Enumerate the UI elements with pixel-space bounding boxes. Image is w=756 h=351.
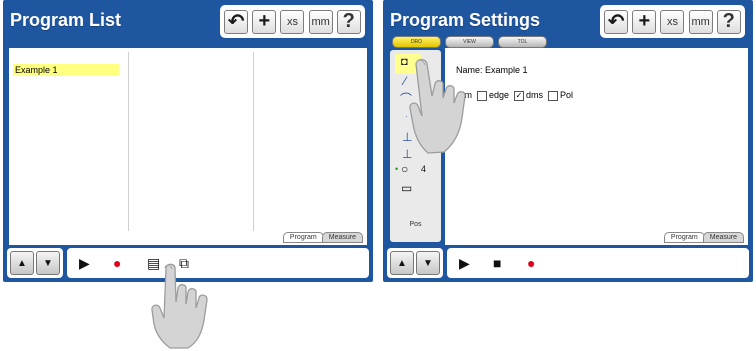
dims-label: dms	[526, 90, 544, 100]
scroll-up-button[interactable]: ▲	[10, 251, 34, 275]
dims-checkbox[interactable]: ✓	[514, 90, 525, 101]
position-label: Pos	[409, 221, 422, 228]
pol-checkbox[interactable]	[548, 90, 559, 101]
column-divider	[128, 52, 129, 231]
play-icon[interactable]: ▶	[79, 255, 90, 271]
program-list-screen: Program List ↶ + xs mm ? Example 1 Progr…	[3, 0, 373, 282]
scroll-up-button[interactable]: ▲	[390, 251, 414, 275]
help-button[interactable]: ?	[336, 9, 361, 34]
tab-program[interactable]: Program	[663, 232, 705, 243]
xs-button[interactable]: xs	[280, 9, 305, 34]
tab-measure[interactable]: Measure	[321, 232, 363, 243]
tab-measure[interactable]: Measure	[702, 232, 744, 243]
undo-button[interactable]: ↶	[604, 9, 629, 34]
tab-program[interactable]: Program	[282, 232, 324, 243]
program-controls: ▶ ■ ●	[447, 248, 749, 278]
units-button[interactable]: mm	[688, 9, 713, 34]
datum-button[interactable]: +	[252, 9, 277, 34]
undo-button[interactable]: ↶	[224, 9, 249, 34]
tab-dro[interactable]: DRO	[392, 36, 441, 48]
view-tabs: Program Measure	[663, 232, 744, 243]
scroll-arrows: ▲ ▼	[387, 248, 443, 278]
units-button[interactable]: mm	[308, 9, 333, 34]
feature-count: 4	[421, 164, 427, 174]
help-button[interactable]: ?	[716, 9, 741, 34]
xs-button[interactable]: xs	[660, 9, 685, 34]
toolbar: ↶ + xs mm ?	[220, 5, 365, 38]
stop-icon[interactable]: ■	[493, 255, 501, 271]
active-marker-icon: •	[395, 164, 399, 174]
datum-button[interactable]: +	[632, 9, 657, 34]
report-step-icon[interactable]: ▭	[401, 181, 412, 195]
record-icon[interactable]: ●	[113, 255, 121, 271]
pointing-hand-icon	[409, 58, 466, 154]
program-list-item[interactable]: Example 1	[13, 64, 119, 76]
column-divider	[253, 52, 254, 231]
play-icon[interactable]: ▶	[459, 255, 470, 271]
toolbar: ↶ + xs mm ?	[600, 5, 745, 38]
scroll-down-button[interactable]: ▼	[36, 251, 60, 275]
pol-label: Pol	[560, 90, 574, 100]
tab-view[interactable]: VIEW	[445, 36, 494, 48]
page-title: Program Settings	[390, 10, 541, 30]
pointing-hand-icon	[151, 263, 208, 349]
dims-option[interactable]: ✓ dms	[514, 90, 543, 101]
record-icon[interactable]: ●	[527, 255, 535, 271]
scroll-arrows: ▲ ▼	[7, 248, 63, 278]
pol-option[interactable]: Pol	[548, 90, 573, 101]
bottom-bar: ▲ ▼ ▶ ■ ●	[387, 248, 749, 278]
mode-tabs: DRO VIEW TOL	[392, 36, 547, 48]
tab-tol[interactable]: TOL	[498, 36, 547, 48]
scroll-down-button[interactable]: ▼	[416, 251, 440, 275]
circle-feature-icon[interactable]: ○	[401, 162, 408, 176]
program-list-area: Example 1 Program Measure	[9, 48, 367, 245]
view-tabs: Program Measure	[282, 232, 363, 243]
page-title: Program List	[10, 10, 122, 30]
